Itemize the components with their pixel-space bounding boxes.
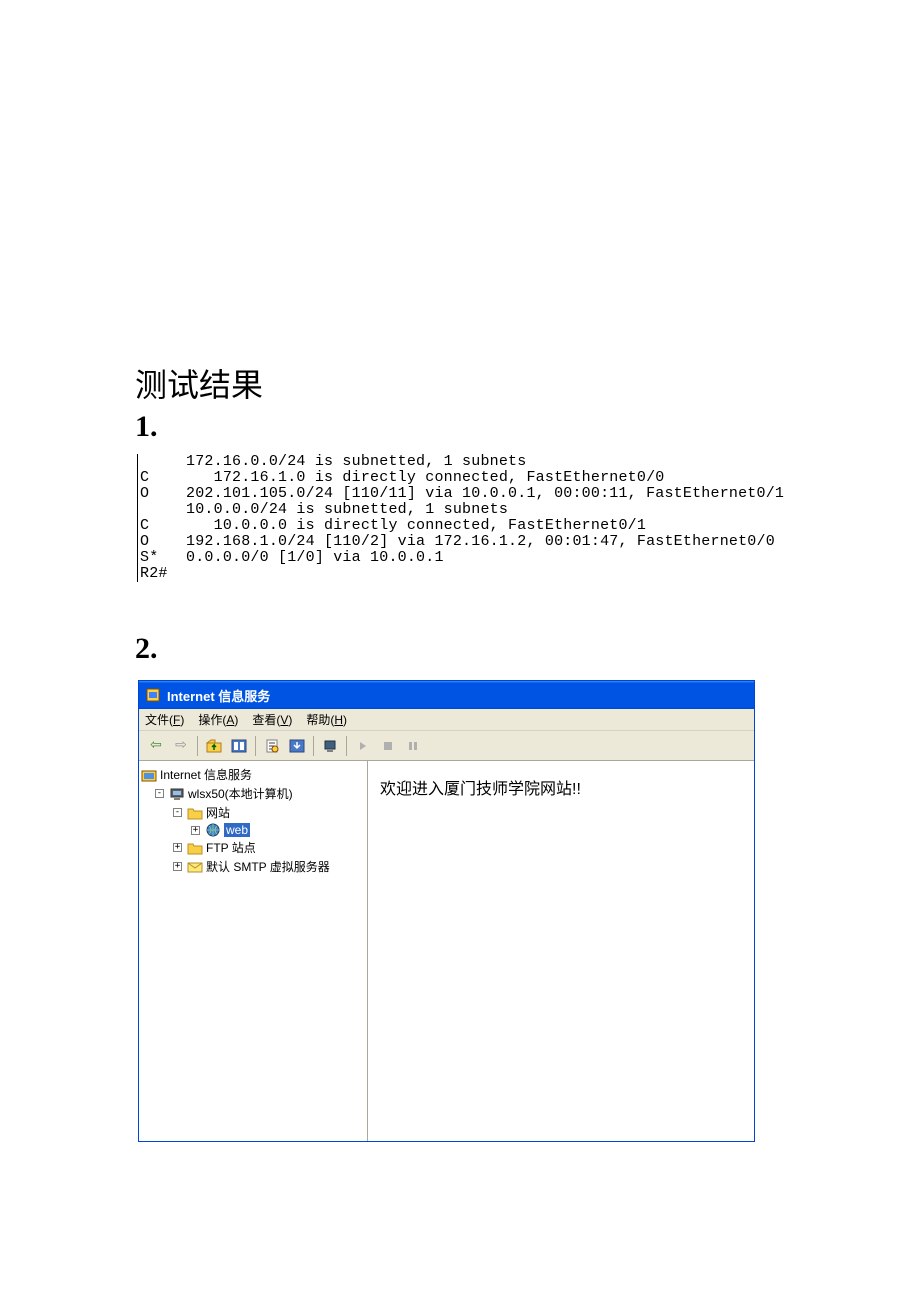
section-2-heading: 2. <box>135 632 785 666</box>
terminal-line: C 172.16.1.0 is directly connected, Fast… <box>140 469 664 486</box>
router-terminal-output: 172.16.0.0/24 is subnetted, 1 subnets C … <box>137 454 785 582</box>
expand-icon[interactable]: + <box>191 826 200 835</box>
content-area: Internet 信息服务 - wlsx50(本地计算机) - 网站 + web <box>139 761 754 1141</box>
window-titlebar[interactable]: Internet 信息服务 <box>139 681 754 709</box>
play-button[interactable] <box>352 735 374 757</box>
properties-button[interactable] <box>261 735 283 757</box>
tree-label: 网站 <box>206 804 230 821</box>
terminal-line: S* 0.0.0.0/0 [1/0] via 10.0.0.1 <box>140 549 444 566</box>
menu-file[interactable]: 文件(F) <box>145 711 184 728</box>
mail-icon <box>187 860 203 874</box>
iis-icon <box>141 768 157 782</box>
expand-icon[interactable]: + <box>173 862 182 871</box>
refresh-button[interactable] <box>319 735 341 757</box>
pause-button[interactable] <box>402 735 424 757</box>
section-1-heading: 1. <box>135 410 785 444</box>
terminal-line: O 192.168.1.0/24 [110/2] via 172.16.1.2,… <box>140 533 775 550</box>
toolbar-separator <box>197 736 198 756</box>
toolbar-separator <box>255 736 256 756</box>
collapse-icon[interactable]: - <box>173 808 182 817</box>
menu-help[interactable]: 帮助(H) <box>306 711 347 728</box>
folder-icon <box>187 841 203 855</box>
app-icon <box>145 687 161 703</box>
collapse-icon[interactable]: - <box>155 789 164 798</box>
tree-label: FTP 站点 <box>206 839 256 856</box>
forward-button[interactable]: ⇨ <box>170 735 192 757</box>
tree-label: 默认 SMTP 虚拟服务器 <box>206 858 330 875</box>
tree-panel: Internet 信息服务 - wlsx50(本地计算机) - 网站 + web <box>139 761 368 1141</box>
menubar: 文件(F) 操作(A) 查看(V) 帮助(H) <box>139 709 754 731</box>
toolbar: ⇦ ⇨ <box>139 731 754 761</box>
window-title: Internet 信息服务 <box>167 686 270 705</box>
page-title: 测试结果 <box>135 360 785 406</box>
computer-icon <box>169 787 185 801</box>
terminal-line: R2# <box>140 565 168 582</box>
toolbar-separator <box>346 736 347 756</box>
tree-smtp[interactable]: + 默认 SMTP 虚拟服务器 <box>141 857 365 876</box>
terminal-line: 10.0.0.0/24 is subnetted, 1 subnets <box>140 501 508 518</box>
globe-icon <box>205 823 221 837</box>
right-content-panel: 欢迎进入厦门技师学院网站!! <box>368 761 754 1141</box>
folder-icon <box>187 806 203 820</box>
tree-label: Internet 信息服务 <box>160 766 252 783</box>
tree-websites[interactable]: - 网站 <box>141 803 365 822</box>
tree-root[interactable]: Internet 信息服务 <box>141 765 365 784</box>
menu-view[interactable]: 查看(V) <box>252 711 292 728</box>
show-hide-button[interactable] <box>228 735 250 757</box>
tree-web-selected[interactable]: + web <box>141 822 365 838</box>
expand-icon[interactable]: + <box>173 843 182 852</box>
tree-label-selected: web <box>224 823 250 837</box>
back-button[interactable]: ⇦ <box>145 735 167 757</box>
toolbar-separator <box>313 736 314 756</box>
menu-action[interactable]: 操作(A) <box>198 711 238 728</box>
up-button[interactable] <box>203 735 225 757</box>
tree-computer[interactable]: - wlsx50(本地计算机) <box>141 784 365 803</box>
terminal-line: O 202.101.105.0/24 [110/11] via 10.0.0.1… <box>140 485 784 502</box>
tree-ftp[interactable]: + FTP 站点 <box>141 838 365 857</box>
tree-label: wlsx50(本地计算机) <box>188 785 293 802</box>
export-button[interactable] <box>286 735 308 757</box>
stop-button[interactable] <box>377 735 399 757</box>
welcome-text: 欢迎进入厦门技师学院网站!! <box>380 775 742 799</box>
terminal-line: C 10.0.0.0 is directly connected, FastEt… <box>140 517 646 534</box>
terminal-line: 172.16.0.0/24 is subnetted, 1 subnets <box>140 453 526 470</box>
iis-window: Internet 信息服务 文件(F) 操作(A) 查看(V) 帮助(H) ⇦ … <box>138 680 755 1142</box>
